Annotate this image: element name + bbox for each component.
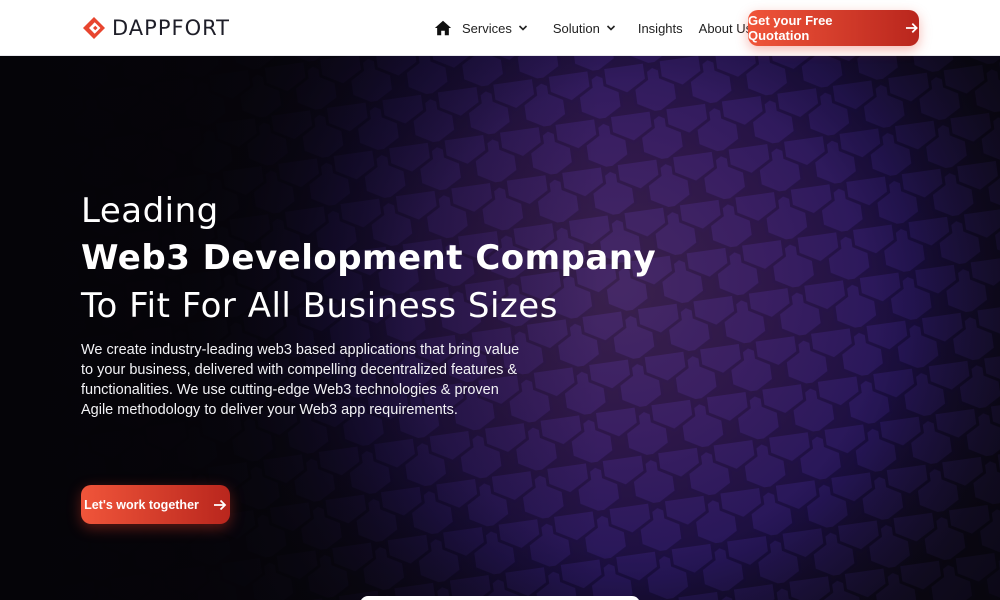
site-header: DAPPFORT Services Solution Insights Abou… [0,0,1000,56]
hero-headline: Leading Web3 Development Company To Fit … [81,188,656,330]
headline-line-3: To Fit For All Business Sizes [81,286,558,326]
free-quotation-label: Get your Free Quotation [748,13,833,43]
nav-item-solution[interactable]: Solution [553,21,616,36]
headline-line-2: Web3 Development Company [81,238,657,278]
work-together-button[interactable]: Let's work together [81,485,230,524]
nav-item-about-us[interactable]: About Us [699,21,752,36]
nav-item-insights[interactable]: Insights [638,21,683,36]
logo[interactable]: DAPPFORT [82,16,230,40]
chevron-down-icon [606,25,615,31]
home-icon[interactable] [434,19,452,37]
hero-section: Leading Web3 Development Company To Fit … [0,56,1000,600]
free-quotation-button[interactable]: Get your Free Quotation [748,10,919,46]
headline-line-1: Leading [81,191,219,231]
nav-label: Solution [552,20,600,36]
nav-item-services[interactable]: Services [462,21,528,36]
nav-label: Insights [637,20,683,36]
work-together-label: Let's work together [84,497,199,512]
arrow-right-icon [906,23,919,33]
nav-label: About Us [698,20,753,36]
dappfort-logo-icon [83,17,105,39]
arrow-right-icon [213,499,227,510]
logo-text: DAPPFORT [112,16,230,40]
nav-label: Services [462,20,512,36]
chevron-down-icon [518,25,527,31]
main-nav: Services Solution Insights About Us [434,0,752,56]
hero-description: We create industry-leading web3 based ap… [81,342,520,418]
bottom-panel-edge [360,596,640,600]
